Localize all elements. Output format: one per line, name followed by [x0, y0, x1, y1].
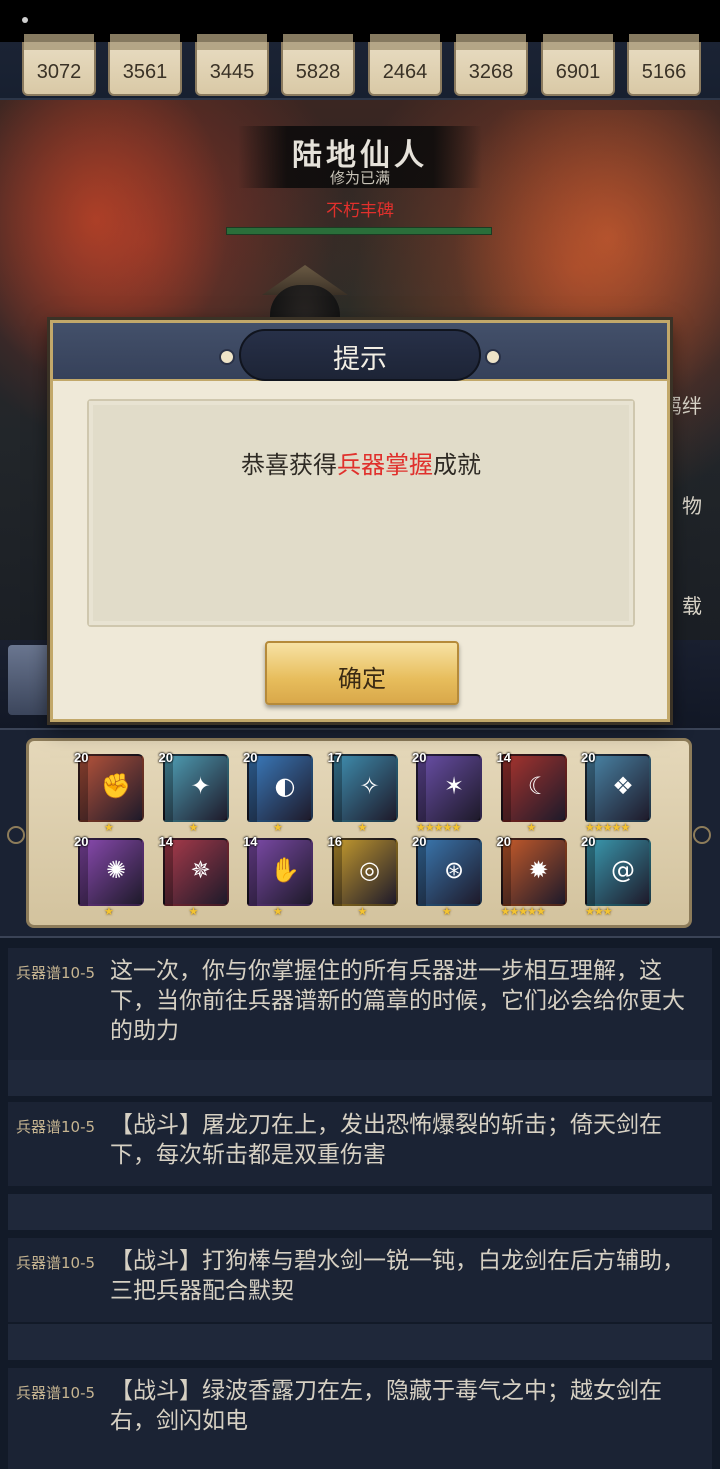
dialog-title: 提示 [333, 344, 387, 375]
dialog-body: 恭喜获得兵器掌握成就 [87, 399, 635, 627]
modal-overlay [0, 0, 720, 1469]
confirm-button-label: 确定 [338, 665, 386, 693]
achievement-dialog: 提示 恭喜获得兵器掌握成就 确定 [50, 320, 670, 722]
message-highlight: 兵器掌握 [337, 451, 433, 479]
dialog-header: 提示 [53, 323, 667, 381]
dialog-message: 恭喜获得兵器掌握成就 [89, 445, 633, 480]
confirm-button[interactable]: 确定 [265, 641, 459, 705]
message-prefix: 恭喜获得 [241, 451, 337, 479]
message-suffix: 成就 [433, 451, 481, 479]
